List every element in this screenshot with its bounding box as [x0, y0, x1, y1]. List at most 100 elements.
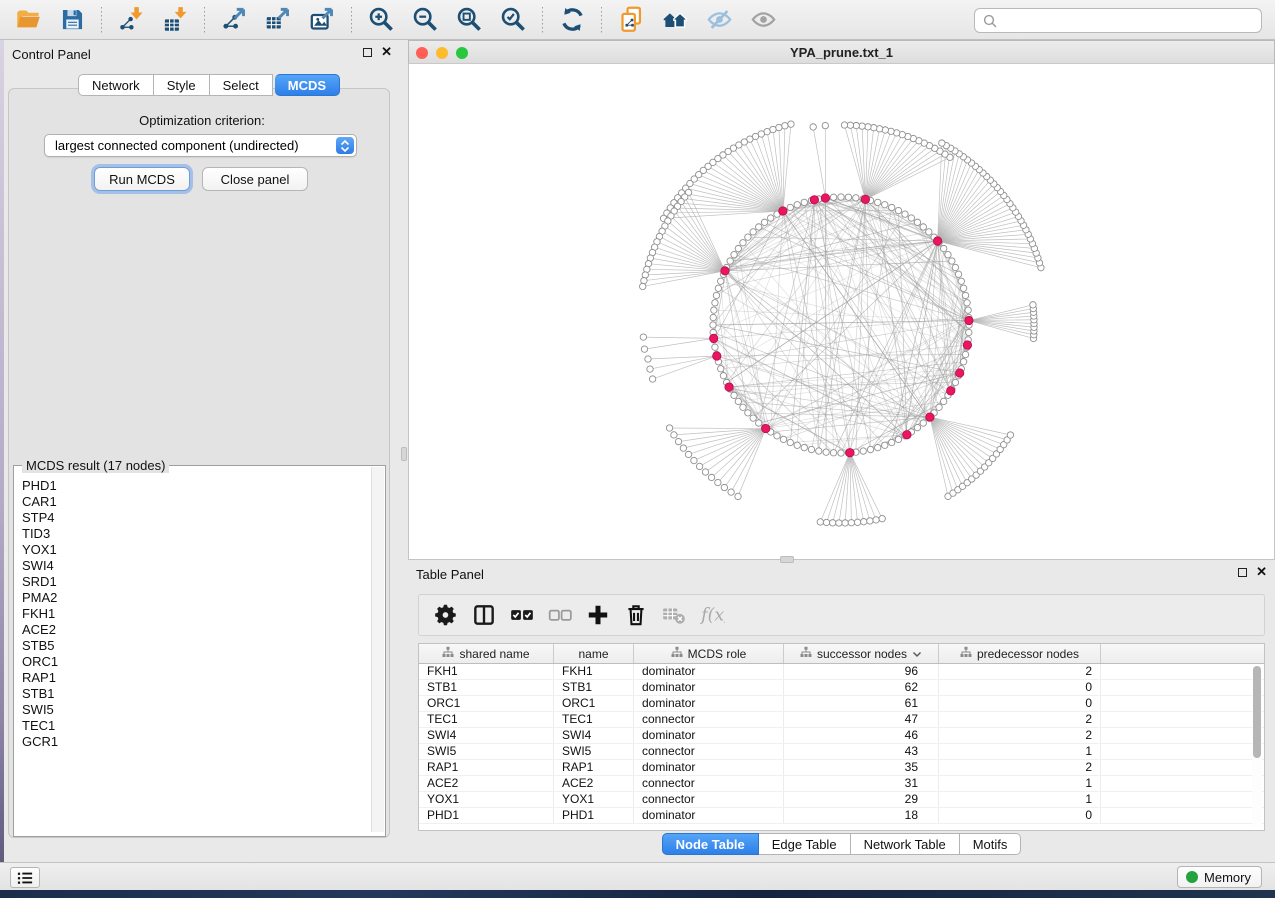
- table-cell[interactable]: 18: [784, 808, 939, 823]
- mcds-list-scrollbar[interactable]: [371, 467, 384, 832]
- zoom-fit-icon[interactable]: [452, 4, 486, 36]
- zoom-selected-icon[interactable]: [496, 4, 530, 36]
- table-cell[interactable]: 35: [784, 760, 939, 775]
- table-cell[interactable]: SWI5: [554, 744, 634, 759]
- show-all-icon[interactable]: [746, 4, 780, 36]
- table-cell[interactable]: 61: [784, 696, 939, 711]
- table-row[interactable]: ACE2ACE2connector311: [419, 776, 1264, 792]
- table-row[interactable]: STB1STB1dominator620: [419, 680, 1264, 696]
- table-cell[interactable]: RAP1: [419, 760, 554, 775]
- table-cell[interactable]: ACE2: [554, 776, 634, 791]
- optimization-criterion-dropdown[interactable]: largest connected component (undirected): [44, 134, 357, 157]
- column-header-name[interactable]: name: [554, 644, 634, 663]
- mcds-result-item[interactable]: PMA2: [22, 590, 370, 606]
- mcds-result-item[interactable]: ACE2: [22, 622, 370, 638]
- export-network-icon[interactable]: [217, 4, 251, 36]
- mcds-result-item[interactable]: STP4: [22, 510, 370, 526]
- table-cell[interactable]: ACE2: [419, 776, 554, 791]
- mcds-result-item[interactable]: TEC1: [22, 718, 370, 734]
- table-cell[interactable]: 47: [784, 712, 939, 727]
- table-cell[interactable]: SWI4: [554, 728, 634, 743]
- table-scrollbar-thumb[interactable]: [1253, 666, 1261, 758]
- refresh-icon[interactable]: [555, 4, 589, 36]
- column-header-successor-nodes[interactable]: successor nodes: [784, 644, 939, 663]
- search-input[interactable]: [1001, 13, 1251, 28]
- tab-mcds[interactable]: MCDS: [275, 74, 340, 96]
- table-cell[interactable]: dominator: [634, 808, 784, 823]
- table-cell[interactable]: 1: [939, 776, 1101, 791]
- table-cell[interactable]: ORC1: [554, 696, 634, 711]
- float-panel-icon[interactable]: [363, 48, 372, 57]
- clone-network-icon[interactable]: [614, 4, 648, 36]
- gear-icon[interactable]: [431, 600, 461, 630]
- column-header-MCDS-role[interactable]: MCDS role: [634, 644, 784, 663]
- task-history-button[interactable]: [10, 867, 40, 888]
- add-row-icon[interactable]: [583, 600, 613, 630]
- run-mcds-button[interactable]: Run MCDS: [94, 167, 190, 191]
- zoom-in-icon[interactable]: [364, 4, 398, 36]
- mcds-result-item[interactable]: SWI4: [22, 558, 370, 574]
- table-row[interactable]: SWI4SWI4dominator462: [419, 728, 1264, 744]
- open-file-icon[interactable]: [11, 4, 45, 36]
- table-cell[interactable]: SWI4: [419, 728, 554, 743]
- search-box[interactable]: [974, 8, 1262, 33]
- delete-table-icon[interactable]: [659, 600, 689, 630]
- mcds-result-item[interactable]: TID3: [22, 526, 370, 542]
- table-cell[interactable]: 1: [939, 792, 1101, 807]
- table-scrollbar[interactable]: [1252, 666, 1262, 826]
- table-cell[interactable]: 2: [939, 728, 1101, 743]
- table-cell[interactable]: 62: [784, 680, 939, 695]
- table-cell[interactable]: 96: [784, 664, 939, 679]
- table-cell[interactable]: 43: [784, 744, 939, 759]
- mcds-result-item[interactable]: SWI5: [22, 702, 370, 718]
- table-row[interactable]: SWI5SWI5connector431: [419, 744, 1264, 760]
- first-neighbors-icon[interactable]: [658, 4, 692, 36]
- mcds-result-item[interactable]: YOX1: [22, 542, 370, 558]
- memory-button[interactable]: Memory: [1177, 866, 1262, 888]
- mcds-result-item[interactable]: PHD1: [22, 478, 370, 494]
- mcds-result-item[interactable]: ORC1: [22, 654, 370, 670]
- table-cell[interactable]: 0: [939, 808, 1101, 823]
- close-panel-button[interactable]: Close panel: [202, 167, 308, 191]
- tab-edge-table[interactable]: Edge Table: [759, 833, 851, 855]
- tab-style[interactable]: Style: [154, 74, 210, 96]
- select-all-columns-icon[interactable]: [507, 600, 537, 630]
- import-network-icon[interactable]: [114, 4, 148, 36]
- table-cell[interactable]: 29: [784, 792, 939, 807]
- mcds-result-list[interactable]: PHD1CAR1STP4TID3YOX1SWI4SRD1PMA2FKH1ACE2…: [15, 472, 370, 832]
- table-row[interactable]: PHD1PHD1dominator180: [419, 808, 1264, 824]
- float-table-panel-icon[interactable]: [1238, 568, 1247, 577]
- table-cell[interactable]: connector: [634, 792, 784, 807]
- horizontal-splitter-grip[interactable]: [780, 556, 794, 563]
- column-header-shared-name[interactable]: shared name: [419, 644, 554, 663]
- table-cell[interactable]: dominator: [634, 760, 784, 775]
- mcds-result-item[interactable]: STB5: [22, 638, 370, 654]
- table-cell[interactable]: SWI5: [419, 744, 554, 759]
- tab-network[interactable]: Network: [78, 74, 154, 96]
- table-cell[interactable]: 0: [939, 680, 1101, 695]
- tab-motifs[interactable]: Motifs: [960, 833, 1022, 855]
- table-cell[interactable]: connector: [634, 744, 784, 759]
- table-cell[interactable]: 0: [939, 696, 1101, 711]
- table-cell[interactable]: STB1: [419, 680, 554, 695]
- table-cell[interactable]: dominator: [634, 696, 784, 711]
- table-row[interactable]: RAP1RAP1dominator352: [419, 760, 1264, 776]
- save-session-icon[interactable]: [55, 4, 89, 36]
- splitter-grip[interactable]: [401, 447, 407, 461]
- table-cell[interactable]: YOX1: [419, 792, 554, 807]
- unselect-all-columns-icon[interactable]: [545, 600, 575, 630]
- mcds-result-item[interactable]: FKH1: [22, 606, 370, 622]
- table-cell[interactable]: PHD1: [419, 808, 554, 823]
- table-cell[interactable]: STB1: [554, 680, 634, 695]
- close-table-panel-icon[interactable]: ✕: [1256, 567, 1267, 577]
- import-table-icon[interactable]: [158, 4, 192, 36]
- delete-row-icon[interactable]: [621, 600, 651, 630]
- vertical-splitter[interactable]: [400, 40, 408, 862]
- tab-node-table[interactable]: Node Table: [662, 833, 759, 855]
- tab-select[interactable]: Select: [210, 74, 273, 96]
- column-header-predecessor-nodes[interactable]: predecessor nodes: [939, 644, 1101, 663]
- table-cell[interactable]: connector: [634, 776, 784, 791]
- table-cell[interactable]: dominator: [634, 680, 784, 695]
- export-table-icon[interactable]: [261, 4, 295, 36]
- table-cell[interactable]: 2: [939, 760, 1101, 775]
